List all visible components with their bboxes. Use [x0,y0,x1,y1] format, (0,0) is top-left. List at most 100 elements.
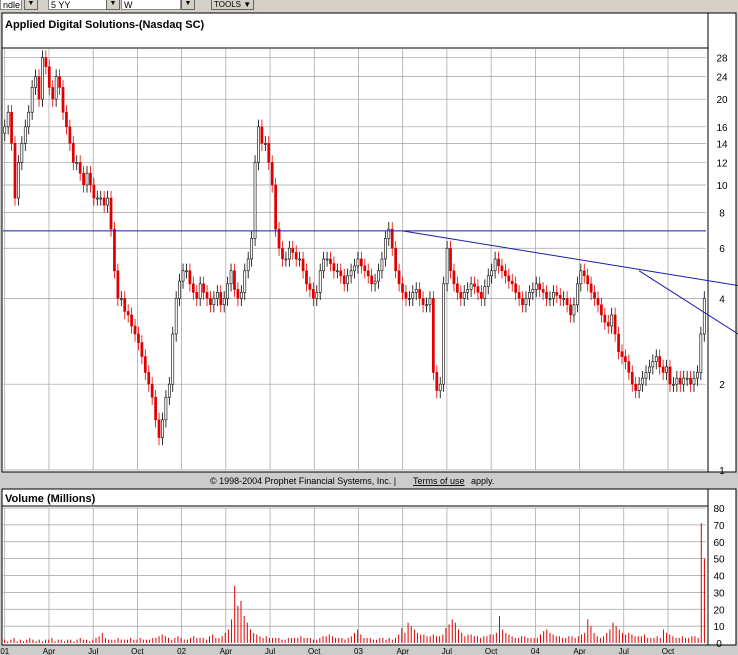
date-tick-label: 03 [354,647,363,655]
price-tick-label: 2 [719,380,725,391]
candle-body [171,333,175,385]
date-tick-label: Apr [573,647,586,655]
candle-body [654,356,658,362]
price-tick-label: 6 [719,244,725,255]
date-axis: 01 Apr Jul Oct 02 Apr Jul Oct 03 Apr Jul Oct 04 Apr Ju… [0,647,675,655]
candle-body [95,197,99,200]
candle-body [689,377,692,385]
candle-body [366,270,370,277]
candle-body [174,298,178,335]
date-tick-label: 02 [177,647,186,655]
volume-panel [1,488,709,646]
candle-body [445,247,449,285]
candle-body [497,258,500,267]
candle-body [428,298,432,306]
date-tick-label: 01 [0,647,9,655]
volume-tick-label: 0 [716,639,722,650]
candle-body [353,265,356,272]
candle-body [284,258,288,261]
candle-body [637,383,641,391]
candle-body [154,396,157,421]
candle-body [85,172,89,186]
candle-body [318,270,322,293]
candle-body [349,270,353,277]
candle-body [78,162,82,174]
candle-body [205,292,209,299]
candle-body [541,289,545,293]
candle-body [459,292,463,299]
candle-body [486,275,490,287]
volume-tick-label: 10 [713,622,725,633]
candle-body [432,298,435,373]
candle-body [281,247,284,260]
candle-body [23,126,27,144]
candle-body [665,366,668,373]
candle-body [13,143,17,199]
candle-body [322,258,325,272]
candle-body [157,419,161,438]
candle-body [41,57,44,100]
candle-body [65,111,68,128]
candle-body [195,292,199,299]
candle-body [116,270,120,299]
candle-body [291,247,295,253]
candle-body [524,298,528,306]
candle-body [246,258,250,272]
candle-body [301,258,305,272]
candle-body [209,298,212,306]
candle-body [298,258,301,261]
candle-body [335,270,339,273]
date-tick-label: Jul [265,647,275,655]
candle-body [685,377,689,380]
candle-body [438,383,442,391]
candle-body [582,270,586,277]
candle-body [421,298,425,306]
candle-body [27,111,31,128]
candle-body [109,197,113,230]
candle-body [250,238,253,260]
candle-body [480,292,483,299]
candle-body [504,270,507,277]
date-tick-label: Apr [220,647,233,655]
candle-body [380,258,384,272]
candle-body [342,275,346,285]
candle-body [82,172,85,186]
candle-body [401,283,404,293]
candle-body [339,270,343,277]
date-tick-label: 04 [531,647,540,655]
candle-body [3,126,7,134]
candle-body [483,286,487,299]
candle-body [548,298,552,300]
candle-body [243,270,247,293]
candle-body [545,292,548,299]
candle-body [596,298,600,306]
price-panel [1,12,709,473]
candle-body [137,333,140,343]
candle-body [476,286,480,293]
price-tick-label: 24 [716,73,728,84]
candle-body [404,292,408,299]
candle-body [68,126,72,144]
candle-body [185,270,188,273]
candle-body [263,143,267,145]
candle-body [58,76,61,88]
terms-of-use-link[interactable]: Terms of use [413,476,465,486]
candle-body [692,377,696,385]
candle-body [102,197,106,206]
candle-body [30,87,34,113]
candle-body [233,270,236,290]
candle-body [507,275,511,282]
candle-body [576,283,579,306]
candle-body [565,298,569,306]
volume-tick-label: 30 [713,588,725,599]
candle-body [236,289,240,299]
candle-body [397,270,401,285]
candle-body [133,325,137,335]
candle-body [140,342,144,357]
candle-body [414,289,418,293]
candle-body [277,228,281,249]
copyright-text: © 1998-2004 Prophet Financial Systems, I… [210,476,396,486]
candle-body [54,76,58,100]
candle-body [219,292,223,306]
price-tick-label: 12 [716,158,728,169]
